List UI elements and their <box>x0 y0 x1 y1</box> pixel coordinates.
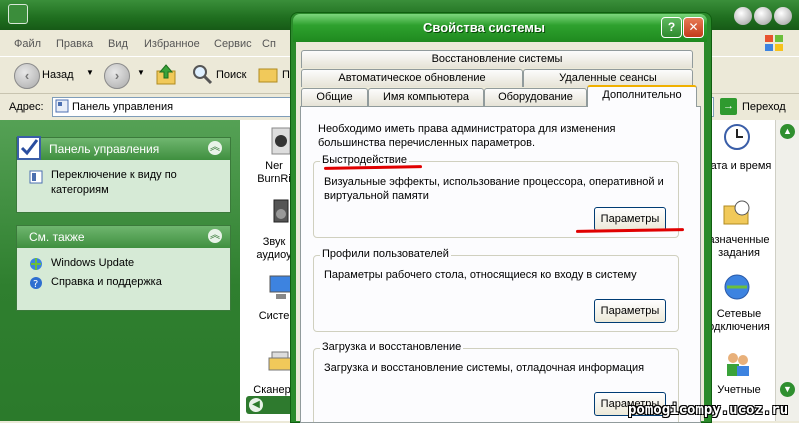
help-button[interactable]: ? <box>661 17 682 38</box>
forward-arrow-icon[interactable]: › <box>104 63 130 89</box>
folders-icon[interactable] <box>258 65 278 83</box>
folders-label[interactable]: П <box>282 69 290 81</box>
user-profiles-text: Параметры рабочего стола, относящиеся ко… <box>324 269 637 281</box>
menu-favorites[interactable]: Избранное <box>144 38 200 50</box>
performance-text: Визуальные эффекты, использование процес… <box>324 176 664 202</box>
menu-file[interactable]: Файл <box>14 38 41 50</box>
address-label: Адрес: <box>9 101 44 113</box>
go-arrow-icon[interactable]: → <box>720 98 737 115</box>
watermark: pomogicompy.ucoz.ru <box>628 402 789 418</box>
users-icon[interactable] <box>722 348 752 378</box>
performance-title: Быстродействие <box>320 154 409 166</box>
scroll-up-arrow-icon[interactable]: ▲ <box>780 124 795 139</box>
vertical-scrollbar[interactable]: ▲ ▼ <box>775 120 799 421</box>
maximize-button[interactable] <box>754 7 772 25</box>
menu-tools[interactable]: Сервис <box>214 38 252 50</box>
panel-header[interactable]: Панель управления ︽ <box>17 138 230 160</box>
up-folder-icon[interactable] <box>156 63 176 85</box>
help-support-icon: ? <box>29 276 43 290</box>
minimize-button[interactable] <box>734 7 752 25</box>
scroll-left-arrow-icon[interactable]: ◀ <box>249 398 263 412</box>
close-button[interactable] <box>774 7 792 25</box>
tab-advanced[interactable]: Дополнительно <box>587 85 697 107</box>
tab-system-restore[interactable]: Восстановление системы <box>301 50 693 68</box>
nero-label: Ner BurnRi <box>257 160 291 185</box>
network-label: Сетевые одключения <box>708 308 770 333</box>
windows-logo-icon <box>764 34 784 52</box>
back-dropdown-icon[interactable]: ▼ <box>86 68 94 77</box>
datetime-label: ата и время <box>710 160 772 172</box>
control-panel-checklist-icon <box>15 134 43 162</box>
search-label[interactable]: Поиск <box>216 69 246 81</box>
switch-view-icon <box>29 170 43 184</box>
scroll-down-arrow-icon[interactable]: ▼ <box>780 382 795 397</box>
control-panel-small-icon <box>55 99 69 113</box>
panel-title: См. также <box>29 230 85 244</box>
network-icon[interactable] <box>722 272 752 302</box>
startup-recovery-title: Загрузка и восстановление <box>320 341 464 353</box>
dialog-close-button[interactable]: ✕ <box>683 17 704 38</box>
help-support-link[interactable]: Справка и поддержка <box>51 275 224 290</box>
clock-icon[interactable] <box>722 122 752 152</box>
user-profiles-title: Профили пользователей <box>320 248 451 260</box>
admin-note: Необходимо иметь права администратора дл… <box>318 123 616 149</box>
tab-general[interactable]: Общие <box>301 88 368 106</box>
menu-help[interactable]: Сп <box>262 38 276 50</box>
tab-automatic-updates[interactable]: Автоматическое обновление <box>301 69 523 87</box>
see-also-panel: См. также ︽ Windows Update ? Справка и п… <box>16 225 231 311</box>
dialog-title: Свойства системы <box>423 20 545 35</box>
address-value: Панель управления <box>72 101 174 113</box>
search-icon[interactable] <box>191 63 213 85</box>
panel-header[interactable]: См. также ︽ <box>17 226 230 248</box>
tab-hardware[interactable]: Оборудование <box>484 88 587 106</box>
menu-edit[interactable]: Правка <box>56 38 93 50</box>
menu-view[interactable]: Вид <box>108 38 128 50</box>
windows-update-icon <box>29 257 43 271</box>
panel-title: Панель управления <box>49 142 160 156</box>
panel-body: Windows Update ? Справка и поддержка <box>17 248 230 310</box>
collapse-icon[interactable]: ︽ <box>208 141 222 155</box>
performance-settings-button[interactable]: Параметры <box>594 207 666 231</box>
collapse-icon[interactable]: ︽ <box>208 229 222 243</box>
user-profiles-settings-button[interactable]: Параметры <box>594 299 666 323</box>
svg-text:?: ? <box>33 279 38 290</box>
startup-recovery-text: Загрузка и восстановление системы, отлад… <box>324 362 645 374</box>
window-menu-icon[interactable] <box>8 4 28 24</box>
switch-view-link[interactable]: Переключение к виду по категориям <box>51 169 177 196</box>
control-panel-panel: Панель управления ︽ Переключение к виду … <box>16 137 231 213</box>
windows-update-link[interactable]: Windows Update <box>51 256 224 271</box>
back-arrow-icon[interactable]: ‹ <box>14 63 40 89</box>
tab-computer-name[interactable]: Имя компьютера <box>368 88 484 106</box>
accounts-label: Учетные <box>717 384 761 396</box>
forward-dropdown-icon[interactable]: ▼ <box>137 68 145 77</box>
back-label[interactable]: Назад <box>42 69 74 81</box>
system-label: Систе <box>258 310 290 322</box>
go-label[interactable]: Переход <box>742 101 786 113</box>
panel-body: Переключение к виду по категориям <box>17 160 230 212</box>
scheduled-tasks-icon[interactable] <box>722 198 752 228</box>
scheduled-tasks-label: азначенные задания <box>708 234 770 259</box>
sound-label: Звук аудиоу <box>256 236 292 261</box>
